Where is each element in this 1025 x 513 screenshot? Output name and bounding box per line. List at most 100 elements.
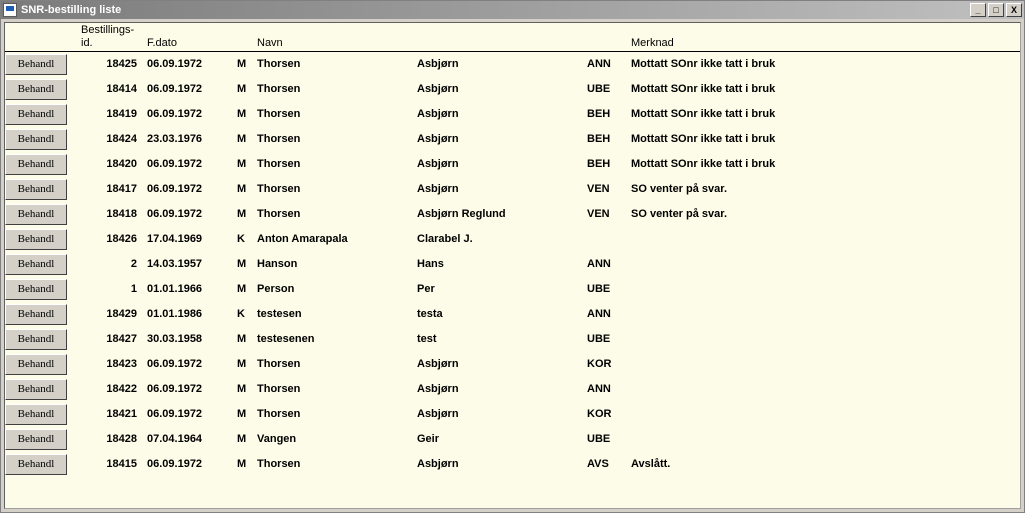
table-row: Behandl1842617.04.1969KAnton AmarapalaCl… [5,227,1020,252]
cell-status: UBE [583,427,627,452]
cell-id: 18422 [77,377,143,402]
table-row: Behandl1841906.09.1972MThorsenAsbjørnBEH… [5,102,1020,127]
cell-id: 18421 [77,402,143,427]
behandl-button[interactable]: Behandl [5,329,67,350]
cell-status: KOR [583,402,627,427]
table-row: Behandl1842423.03.1976MThorsenAsbjørnBEH… [5,127,1020,152]
cell-id: 18424 [77,127,143,152]
table-row: Behandl1842901.01.1986KtestesentestaANN [5,302,1020,327]
cell-kjonn: M [233,377,253,402]
cell-fornavn: Hans [413,252,583,277]
cell-fornavn: Asbjørn [413,152,583,177]
cell-merknad: SO venter på svar. [627,177,1020,202]
table-row: Behandl1842730.03.1958MtestesenentestUBE [5,327,1020,352]
cell-merknad: Avslått. [627,452,1020,477]
behandl-button[interactable]: Behandl [5,179,67,200]
header-merknad: Merknad [627,37,1020,52]
cell-fornavn: Per [413,277,583,302]
cell-fdato: 06.09.1972 [143,352,233,377]
behandl-button[interactable]: Behandl [5,129,67,150]
cell-fornavn: Asbjørn [413,402,583,427]
cell-merknad [627,302,1020,327]
cell-etternavn: Thorsen [253,352,413,377]
cell-id: 18418 [77,202,143,227]
window-title: SNR-bestilling liste [21,4,970,16]
cell-etternavn: Thorsen [253,102,413,127]
cell-fdato: 06.09.1972 [143,177,233,202]
cell-merknad [627,352,1020,377]
cell-status: ANN [583,252,627,277]
cell-id: 1 [77,277,143,302]
cell-id: 18428 [77,427,143,452]
cell-fdato: 06.09.1972 [143,377,233,402]
cell-status: UBE [583,327,627,352]
window-buttons: _ □ X [970,3,1022,17]
cell-status: AVS [583,452,627,477]
cell-etternavn: Thorsen [253,202,413,227]
cell-status: BEH [583,152,627,177]
behandl-button[interactable]: Behandl [5,279,67,300]
cell-status: KOR [583,352,627,377]
behandl-button[interactable]: Behandl [5,354,67,375]
cell-fornavn: Asbjørn [413,102,583,127]
behandl-button[interactable]: Behandl [5,404,67,425]
cell-fornavn: testa [413,302,583,327]
behandl-button[interactable]: Behandl [5,254,67,275]
cell-id: 18426 [77,227,143,252]
cell-kjonn: K [233,302,253,327]
cell-etternavn: Hanson [253,252,413,277]
header-bestillings: Bestillings- [77,23,143,37]
cell-merknad: Mottatt SOnr ikke tatt i bruk [627,52,1020,77]
cell-etternavn: Thorsen [253,127,413,152]
behandl-button[interactable]: Behandl [5,429,67,450]
cell-fdato: 06.09.1972 [143,52,233,77]
cell-id: 18419 [77,102,143,127]
behandl-button[interactable]: Behandl [5,229,67,250]
cell-fornavn: Asbjørn [413,352,583,377]
behandl-button[interactable]: Behandl [5,304,67,325]
cell-merknad [627,377,1020,402]
cell-etternavn: testesen [253,302,413,327]
table-row: Behandl1842206.09.1972MThorsenAsbjørnANN [5,377,1020,402]
cell-id: 18417 [77,177,143,202]
table-row: Behandl1842506.09.1972MThorsenAsbjørnANN… [5,52,1020,77]
maximize-button[interactable]: □ [988,3,1004,17]
cell-merknad [627,277,1020,302]
cell-kjonn: M [233,252,253,277]
cell-status: VEN [583,177,627,202]
cell-kjonn: M [233,327,253,352]
cell-status: ANN [583,52,627,77]
table-row: Behandl1842006.09.1972MThorsenAsbjørnBEH… [5,152,1020,177]
cell-merknad: Mottatt SOnr ikke tatt i bruk [627,127,1020,152]
header-navn: Navn [253,37,413,52]
cell-etternavn: Thorsen [253,177,413,202]
cell-fornavn: Asbjørn [413,127,583,152]
cell-kjonn: M [233,127,253,152]
cell-fornavn: Geir [413,427,583,452]
cell-kjonn: M [233,152,253,177]
app-icon [3,3,17,17]
behandl-button[interactable]: Behandl [5,54,67,75]
cell-id: 18414 [77,77,143,102]
cell-fdato: 23.03.1976 [143,127,233,152]
behandl-button[interactable]: Behandl [5,379,67,400]
table-row: Behandl1841406.09.1972MThorsenAsbjørnUBE… [5,77,1020,102]
cell-fdato: 06.09.1972 [143,152,233,177]
behandl-button[interactable]: Behandl [5,204,67,225]
behandl-button[interactable]: Behandl [5,454,67,475]
behandl-button[interactable]: Behandl [5,154,67,175]
cell-kjonn: M [233,427,253,452]
cell-merknad [627,252,1020,277]
cell-fdato: 01.01.1966 [143,277,233,302]
behandl-button[interactable]: Behandl [5,79,67,100]
cell-fdato: 30.03.1958 [143,327,233,352]
cell-fdato: 06.09.1972 [143,202,233,227]
close-button[interactable]: X [1006,3,1022,17]
cell-status [583,227,627,252]
cell-id: 18427 [77,327,143,352]
order-table: Bestillings- id. F.dato Navn Merknad Beh… [5,23,1020,477]
minimize-button[interactable]: _ [970,3,986,17]
behandl-button[interactable]: Behandl [5,104,67,125]
cell-etternavn: Thorsen [253,452,413,477]
cell-fornavn: Asbjørn [413,77,583,102]
